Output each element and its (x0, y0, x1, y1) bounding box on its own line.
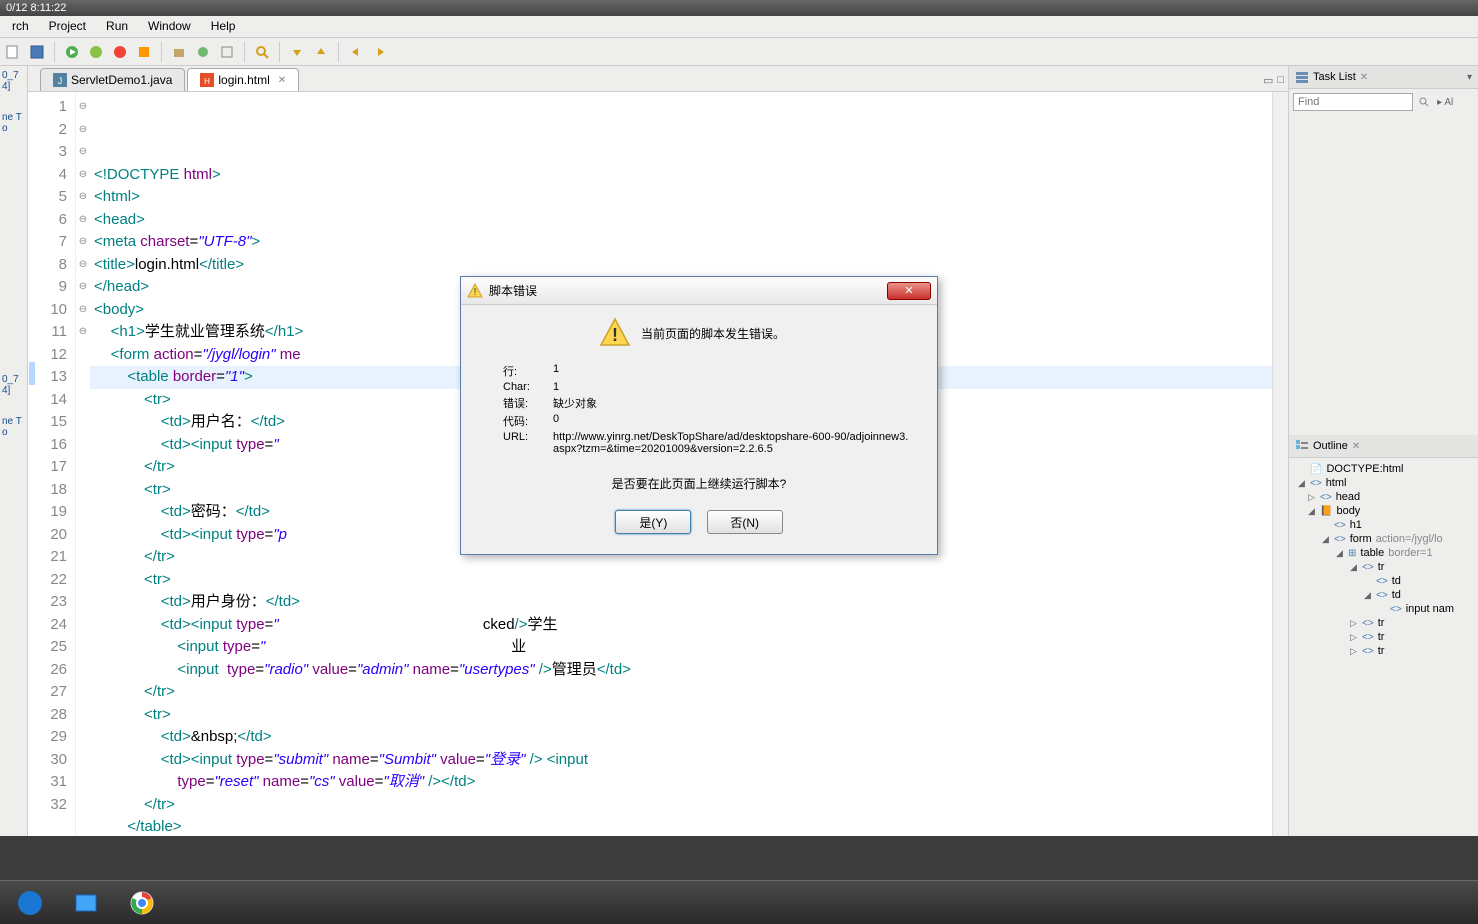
menu-run[interactable]: Run (96, 16, 138, 37)
find-row: ▸ Al (1289, 89, 1478, 115)
back-button[interactable] (347, 43, 365, 61)
menu-project[interactable]: Project (39, 16, 96, 37)
scrollbar[interactable] (1272, 92, 1288, 836)
left-sidebar: 0_74] ne To 0_74] ne To (0, 66, 28, 836)
close-icon[interactable]: ✕ (1352, 441, 1360, 452)
outline-item[interactable]: ▷<> tr (1293, 630, 1474, 644)
tab-label: ServletDemo1.java (71, 73, 172, 87)
main-area: 0_74] ne To 0_74] ne To J ServletDemo1.j… (0, 66, 1478, 836)
next-annotation-button[interactable] (288, 43, 306, 61)
html-file-icon: H (200, 73, 214, 87)
outline-tree[interactable]: 📄 DOCTYPE:html◢<> html▷<> head◢📙 body<> … (1289, 458, 1478, 662)
tab-label: login.html (218, 73, 269, 87)
outline-item[interactable]: ◢<> tr (1293, 560, 1474, 574)
outline-item[interactable]: ▷<> tr (1293, 644, 1474, 658)
editor-area: J ServletDemo1.java H login.html ✕ ▭ □ 1… (28, 66, 1288, 836)
taskbar[interactable] (0, 880, 1478, 924)
all-link[interactable]: ▸ Al (1437, 97, 1453, 108)
new-package-button[interactable] (170, 43, 188, 61)
svg-text:H: H (205, 77, 211, 86)
new-class-button[interactable] (194, 43, 212, 61)
outline-item[interactable]: <> h1 (1293, 518, 1474, 532)
outline-item[interactable]: ▷<> tr (1293, 616, 1474, 630)
outline-item[interactable]: <> input nam (1293, 602, 1474, 616)
divider (161, 42, 162, 62)
view-menu-icon[interactable]: ▾ (1467, 72, 1472, 83)
debug-button[interactable] (87, 43, 105, 61)
prev-annotation-button[interactable] (312, 43, 330, 61)
outline-item[interactable]: ◢<> html (1293, 476, 1474, 490)
divider (279, 42, 280, 62)
close-icon[interactable]: ✕ (1360, 72, 1368, 83)
forward-button[interactable] (371, 43, 389, 61)
search-button[interactable] (253, 43, 271, 61)
fold-column[interactable]: ⊖⊖⊖⊖⊖⊖⊖⊖⊖⊖⊖ (76, 92, 90, 836)
sidebar-label-3: 0_74] (2, 374, 25, 396)
new-button[interactable] (4, 43, 22, 61)
marker-bar (28, 92, 36, 836)
start-button[interactable] (6, 885, 54, 921)
save-button[interactable] (28, 43, 46, 61)
outline-icon (1295, 439, 1309, 453)
maximize-icon[interactable]: □ (1277, 74, 1284, 87)
outline-item[interactable]: 📄 DOCTYPE:html (1293, 462, 1474, 476)
tab-login[interactable]: H login.html ✕ (187, 68, 299, 91)
tasklist-icon (1295, 70, 1309, 84)
editor-tabs: J ServletDemo1.java H login.html ✕ ▭ □ (28, 66, 1288, 92)
outline-item[interactable]: <> td (1293, 574, 1474, 588)
outline-item[interactable]: ◢<> form action=/jygl/lo (1293, 532, 1474, 546)
outline-item[interactable]: ◢📙 body (1293, 504, 1474, 518)
java-file-icon: J (53, 73, 67, 87)
coverage-button[interactable] (135, 43, 153, 61)
right-panel: Task List ✕ ▾ ▸ Al Outline ✕ 📄 DOCTYPE:h… (1288, 66, 1478, 836)
run-ext-button[interactable] (111, 43, 129, 61)
outline-item[interactable]: ◢⊞ table border=1 (1293, 546, 1474, 560)
chrome-button[interactable] (118, 885, 166, 921)
line-numbers: 1234567891011121314151617181920212223242… (36, 92, 76, 836)
code-content[interactable]: <!DOCTYPE html><html><head><meta charset… (90, 92, 1272, 836)
svg-text:J: J (58, 76, 63, 86)
titlebar: 0/12 8:11:22 (0, 0, 1478, 16)
divider (54, 42, 55, 62)
outline-header[interactable]: Outline ✕ (1289, 435, 1478, 458)
outline-item[interactable]: ▷<> head (1293, 490, 1474, 504)
menu-help[interactable]: Help (201, 16, 246, 37)
outline-label: Outline (1313, 440, 1348, 452)
tab-servletdemo[interactable]: J ServletDemo1.java (40, 68, 185, 91)
menu-search[interactable]: rch (2, 16, 39, 37)
explorer-button[interactable] (62, 885, 110, 921)
divider (338, 42, 339, 62)
minimize-icon[interactable]: ▭ (1263, 74, 1273, 87)
toolbar (0, 38, 1478, 66)
sidebar-label-2: ne To (2, 112, 25, 134)
sidebar-label-1: 0_74] (2, 70, 25, 92)
find-input[interactable] (1293, 93, 1413, 111)
run-button[interactable] (63, 43, 81, 61)
open-type-button[interactable] (218, 43, 236, 61)
code-editor[interactable]: 1234567891011121314151617181920212223242… (28, 92, 1288, 836)
close-icon[interactable]: ✕ (278, 75, 286, 86)
search-icon[interactable] (1418, 96, 1430, 108)
menu-window[interactable]: Window (138, 16, 201, 37)
outline-item[interactable]: ◢<> td (1293, 588, 1474, 602)
sidebar-label-4: ne To (2, 416, 25, 438)
divider (244, 42, 245, 62)
menubar: rch Project Run Window Help (0, 16, 1478, 38)
tasklist-header[interactable]: Task List ✕ ▾ (1289, 66, 1478, 89)
tasklist-label: Task List (1313, 71, 1356, 83)
